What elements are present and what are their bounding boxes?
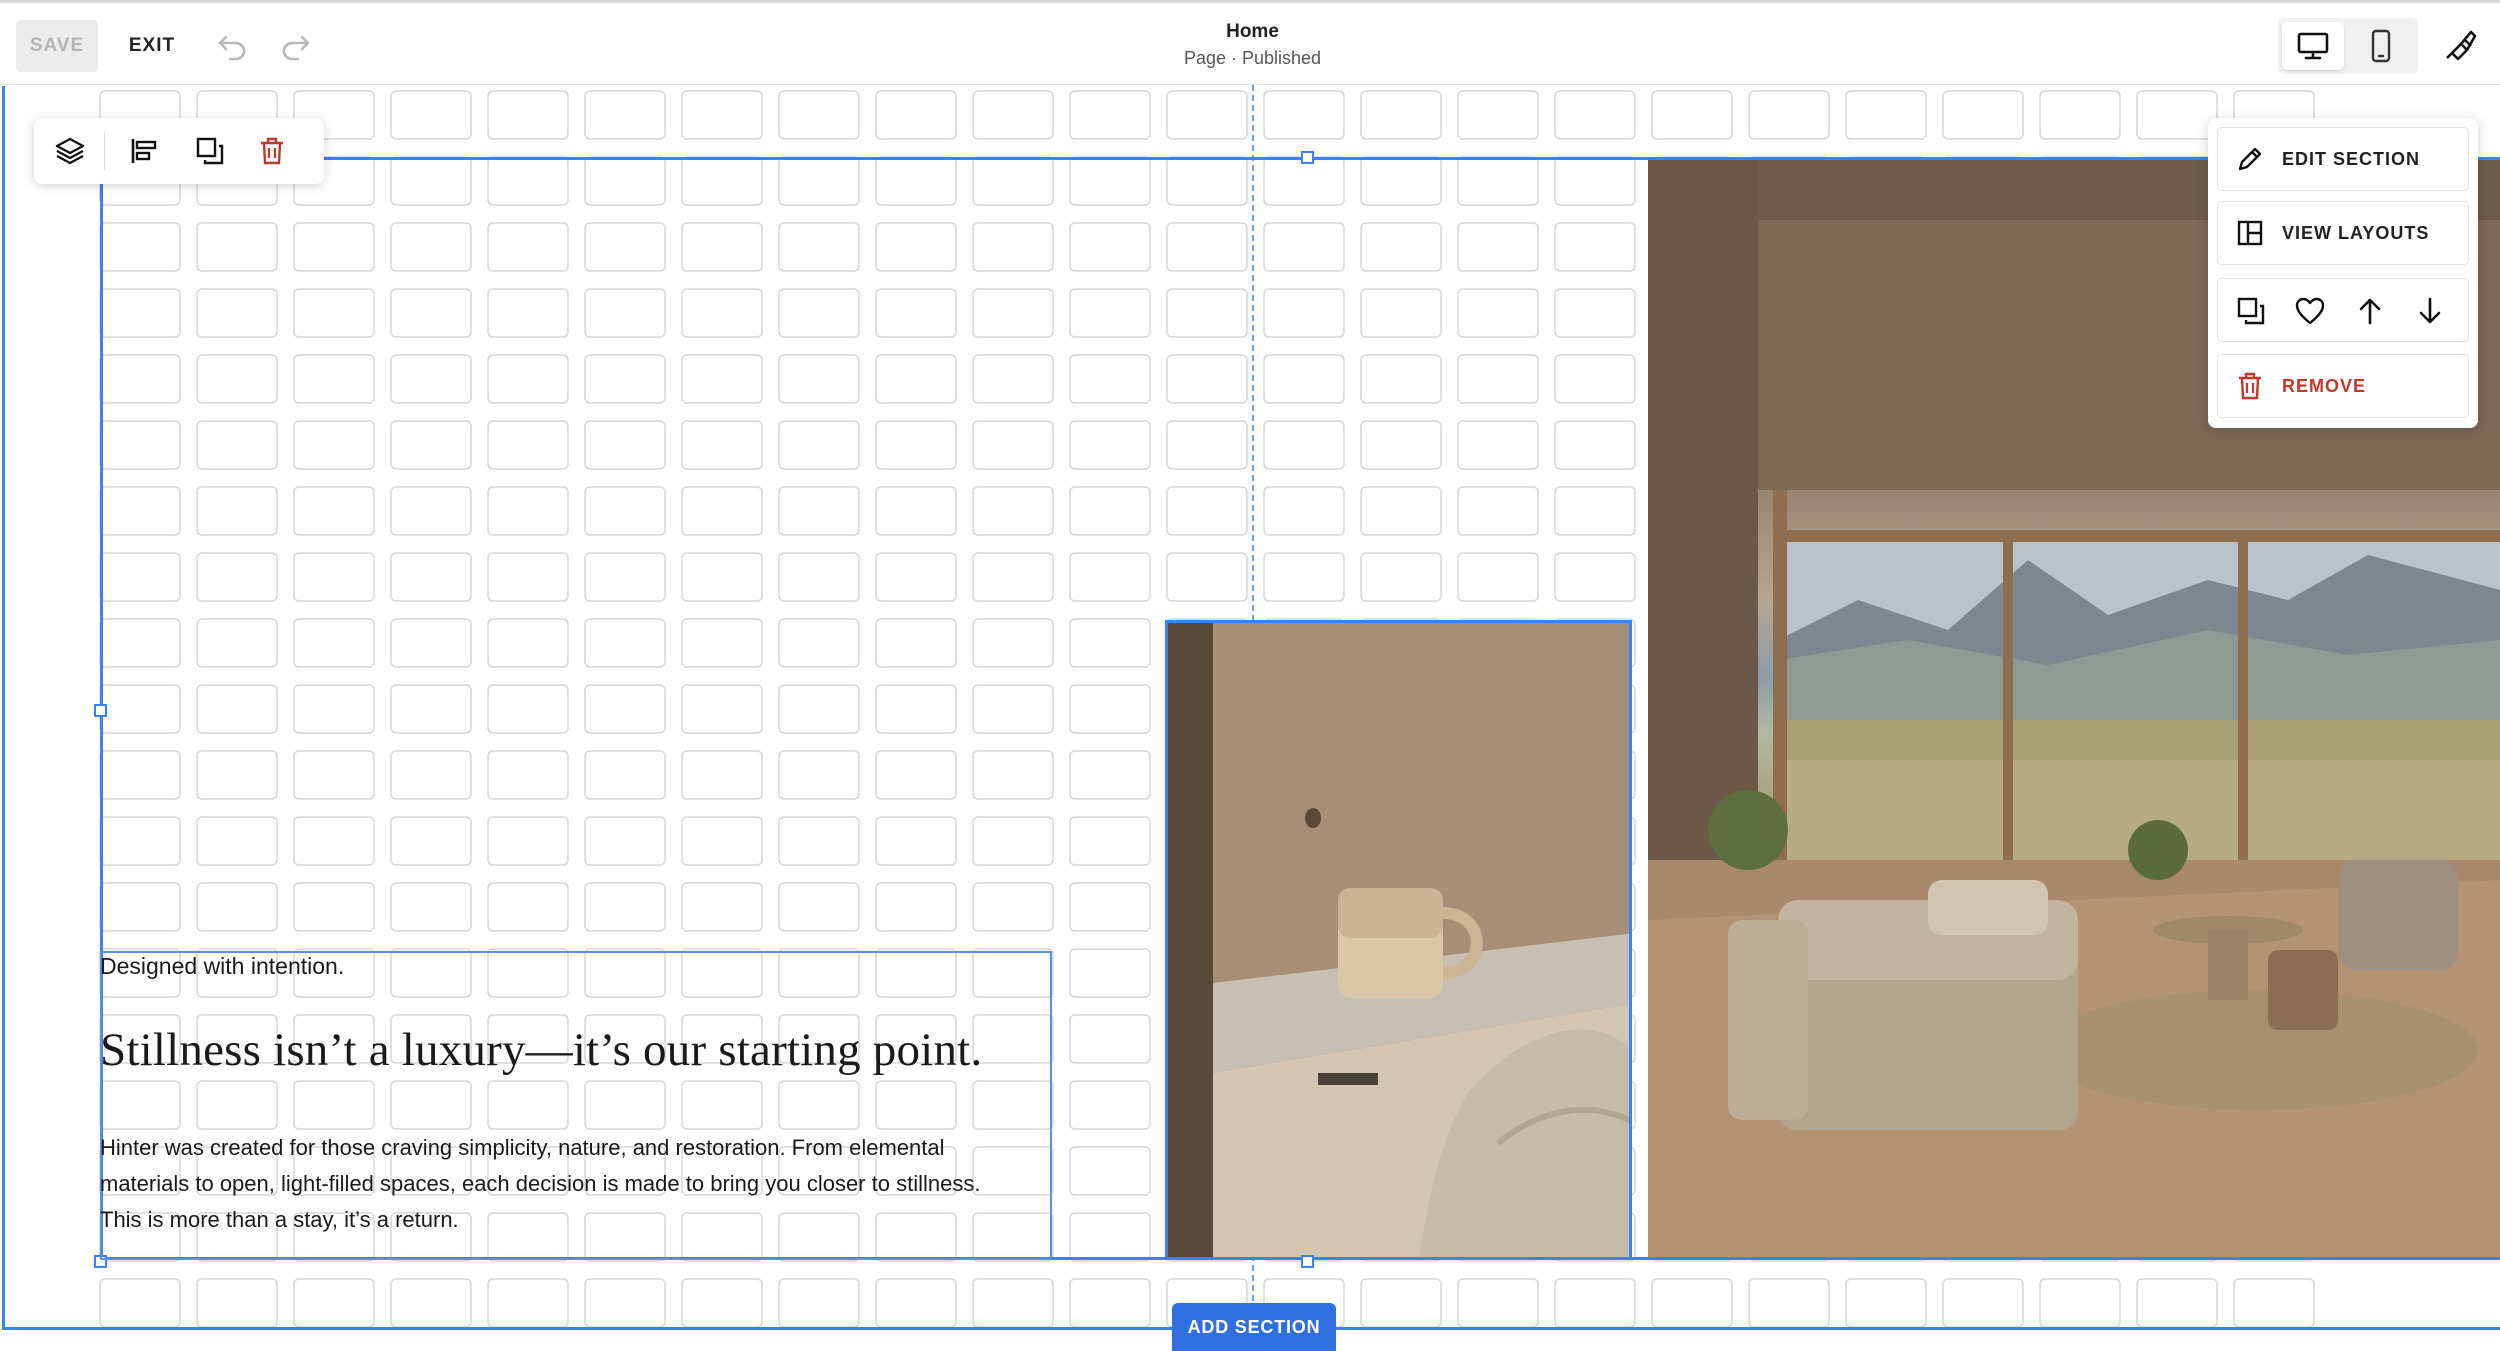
editor-stage: SAVE EXIT Home Page · Published Designed…: [0, 0, 2500, 1351]
redo-icon[interactable]: [274, 25, 318, 69]
view-layouts-label: VIEW LAYOUTS: [2282, 222, 2430, 243]
view-layouts-button[interactable]: VIEW LAYOUTS: [2217, 201, 2469, 265]
pencil-icon: [2218, 127, 2282, 191]
align-left-icon[interactable]: [118, 127, 170, 175]
undo-icon[interactable]: [210, 25, 254, 69]
mobile-icon[interactable]: [2350, 22, 2412, 70]
device-toggle: [2278, 18, 2418, 74]
layers-icon[interactable]: [44, 127, 96, 175]
trash-icon: [2218, 354, 2282, 418]
add-section-button[interactable]: ADD SECTION: [1172, 1303, 1336, 1351]
editor-canvas: Designed with intention. Stillness isn’t…: [0, 85, 2500, 1351]
remove-section-button[interactable]: REMOVE: [2217, 354, 2469, 418]
desktop-icon[interactable]: [2282, 22, 2344, 70]
edit-section-button[interactable]: EDIT SECTION: [2217, 127, 2469, 191]
toolbar-divider: [104, 132, 105, 170]
section-actions-row: [2217, 278, 2469, 342]
page-status: Page · Published: [1183, 48, 1322, 68]
trash-icon[interactable]: [246, 127, 298, 175]
page-title-group: Home Page · Published: [1100, 21, 1405, 69]
exit-button[interactable]: EXIT: [112, 20, 192, 72]
edit-section-label: EDIT SECTION: [2282, 148, 2421, 169]
editor-top-bar: SAVE EXIT Home Page · Published: [0, 0, 2500, 85]
arrow-down-icon[interactable]: [2408, 289, 2452, 333]
page-title: Home: [1226, 21, 1279, 42]
section-menu: EDIT SECTION VIEW LAYOUTS REMOVE: [2208, 118, 2478, 428]
block-toolbar: [34, 118, 324, 184]
save-button[interactable]: SAVE: [16, 20, 98, 72]
arrow-up-icon[interactable]: [2348, 289, 2392, 333]
paintbrush-icon[interactable]: [2438, 23, 2482, 67]
remove-label: REMOVE: [2282, 375, 2367, 396]
section-outline: [2, 86, 2500, 1330]
duplicate-section-icon[interactable]: [2229, 289, 2273, 333]
layout-icon: [2218, 201, 2282, 265]
duplicate-icon[interactable]: [184, 127, 236, 175]
heart-icon[interactable]: [2288, 289, 2332, 333]
